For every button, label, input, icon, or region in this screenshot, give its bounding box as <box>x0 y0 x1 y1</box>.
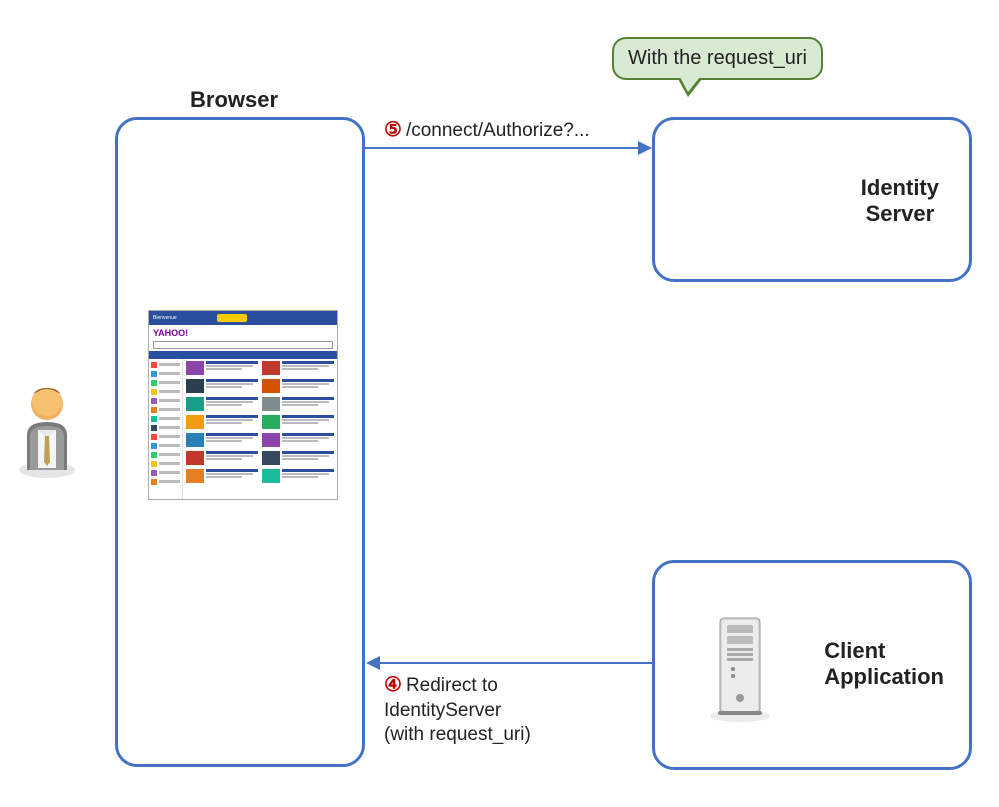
user-icon <box>12 380 82 480</box>
arrow-5-caption: ⑤/connect/Authorize?... <box>384 117 590 144</box>
speech-tail <box>678 79 702 97</box>
arrow-4-text-2: IdentityServer <box>384 699 531 724</box>
arrow-5-text: /connect/Authorize?... <box>406 120 590 141</box>
arrow-4-text-3: (with request_uri) <box>384 723 531 748</box>
browser-box: Bienvenue YAHOO! <box>115 117 365 767</box>
client-app-box: Client Application <box>652 560 972 770</box>
server-tower-icon <box>705 613 775 723</box>
client-app-label-1: Client <box>824 638 944 664</box>
speech-bubble: With the request_uri <box>612 37 823 80</box>
arrow-4-head <box>366 656 380 670</box>
speech-text: With the request_uri <box>628 47 807 69</box>
arrow-4-line <box>379 662 652 664</box>
client-app-label-2: Application <box>824 664 944 690</box>
identity-server-box: Identity Server <box>652 117 972 282</box>
arrow-4-num: ④ <box>384 672 402 698</box>
identity-server-label-1: Identity <box>861 175 939 201</box>
arrow-4-caption: ④Redirect to IdentityServer (with reques… <box>384 672 531 748</box>
arrow-5-head <box>638 141 652 155</box>
arrow-4-text-1: Redirect to <box>406 675 498 696</box>
browser-title: Browser <box>190 87 278 113</box>
thumb-logo: YAHOO! <box>153 328 188 338</box>
arrow-5-num: ⑤ <box>384 117 402 143</box>
identity-server-label-2: Server <box>861 201 939 227</box>
browser-thumbnail: Bienvenue YAHOO! <box>148 310 338 500</box>
arrow-5-line <box>365 147 640 149</box>
